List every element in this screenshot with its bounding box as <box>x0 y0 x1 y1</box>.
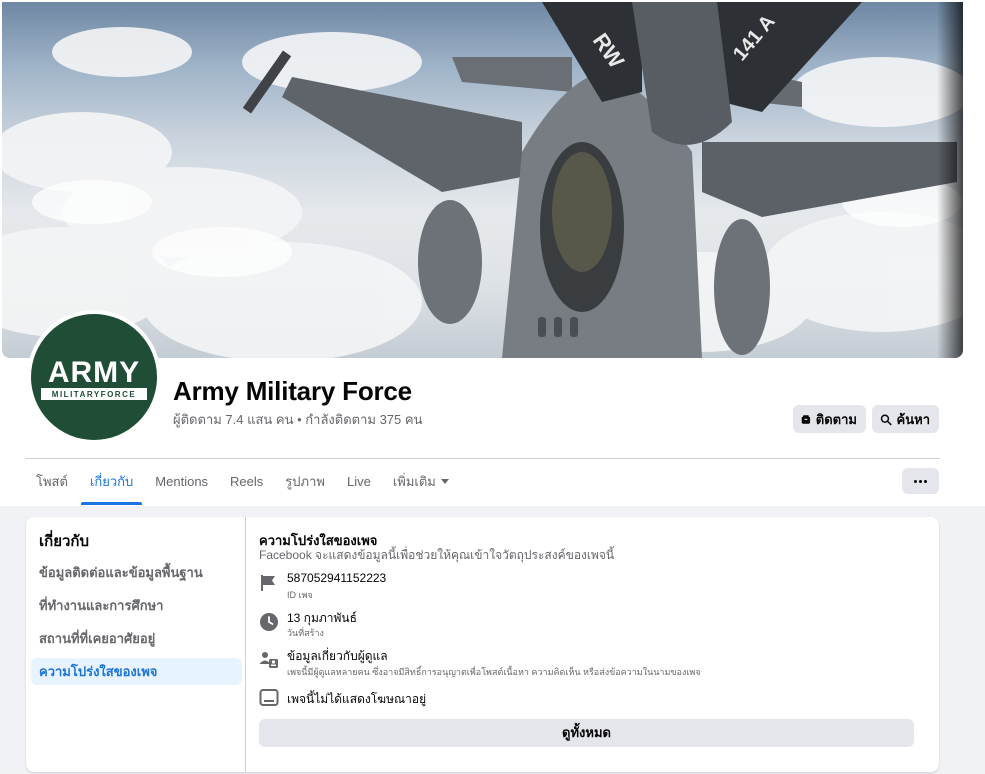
cover-photo-image: RW 141 A <box>2 2 963 358</box>
people-icon <box>259 652 278 668</box>
sidebar-item-contact-info[interactable]: ข้อมูลติดต่อและข้อมูลพื้นฐาน <box>31 559 242 586</box>
page-title: Army Military Force <box>173 376 412 406</box>
page-follower-stats[interactable]: ผู้ติดตาม 7.4 แสน คน • กำลังติดตาม 375 ค… <box>173 409 422 430</box>
more-options-button[interactable] <box>902 468 939 494</box>
header-divider <box>25 458 940 459</box>
search-button[interactable]: ค้นหา <box>872 405 939 433</box>
chevron-down-icon <box>440 479 449 484</box>
page-id-value: 587052941152223 <box>287 571 387 585</box>
follow-button[interactable]: ติดตาม <box>793 405 866 433</box>
managers-value: ข้อมูลเกี่ยวกับผู้ดูแล <box>287 649 388 663</box>
search-icon <box>880 413 892 425</box>
cover-photo[interactable]: RW 141 A <box>2 2 963 358</box>
tab-live[interactable]: Live <box>336 463 382 505</box>
screen-icon <box>259 689 279 706</box>
avatar-logo-subtext: MILITARYFORCE <box>52 390 136 399</box>
see-all-button[interactable]: ดูทั้งหมด <box>259 719 914 747</box>
tab-reels[interactable]: Reels <box>219 463 274 505</box>
tab-posts[interactable]: โพสต์ <box>25 463 79 505</box>
about-sidebar-title: เกี่ยวกับ <box>39 533 90 550</box>
search-button-label: ค้นหา <box>896 411 930 427</box>
sidebar-item-places-lived[interactable]: สถานที่ที่เคยอาศัยอยู่ <box>31 625 242 652</box>
ads-status: เพจนี้ไม่ได้แสดงโฆษณาอยู่ <box>287 692 427 706</box>
tab-about[interactable]: เกี่ยวกับ <box>79 463 144 505</box>
sidebar-item-work-education[interactable]: ที่ทำงานและการศึกษา <box>31 592 242 619</box>
tab-photos[interactable]: รูปภาพ <box>274 463 336 505</box>
clock-icon <box>260 613 278 631</box>
creation-date-label: วันที่สร้าง <box>287 628 324 638</box>
page-id-label: ID เพจ <box>287 590 313 600</box>
flag-icon <box>261 575 275 591</box>
about-card: เกี่ยวกับ ข้อมูลติดต่อและข้อมูลพื้นฐาน ท… <box>26 517 939 772</box>
page-avatar[interactable]: ARMY MILITARYFORCE <box>27 310 161 444</box>
tab-mentions[interactable]: Mentions <box>144 463 219 505</box>
follow-button-label: ติดตาม <box>815 411 857 427</box>
about-sidebar: เกี่ยวกับ ข้อมูลติดต่อและข้อมูลพื้นฐาน ท… <box>26 517 246 772</box>
avatar-logo-text: ARMY <box>48 356 140 389</box>
tab-more[interactable]: เพิ่มเติม <box>382 463 460 505</box>
army-logo: ARMY MILITARYFORCE <box>41 356 147 400</box>
managers-description: เพจนี้มีผู้ดูแลหลายคน ซึ่งอาจมีสิทธิ์การ… <box>287 667 701 677</box>
transparency-subtitle: Facebook จะแสดงข้อมูลนี้เพื่อช่วยให้คุณเ… <box>259 548 615 562</box>
follow-icon <box>801 414 811 424</box>
transparency-section: ความโปร่งใสของเพจ Facebook จะแสดงข้อมูลน… <box>259 517 929 772</box>
sidebar-item-page-transparency[interactable]: ความโปร่งใสของเพจ <box>31 658 242 685</box>
ellipsis-icon <box>914 479 917 483</box>
page-tabs: โพสต์ เกี่ยวกับ Mentions Reels รูปภาพ Li… <box>25 463 460 505</box>
